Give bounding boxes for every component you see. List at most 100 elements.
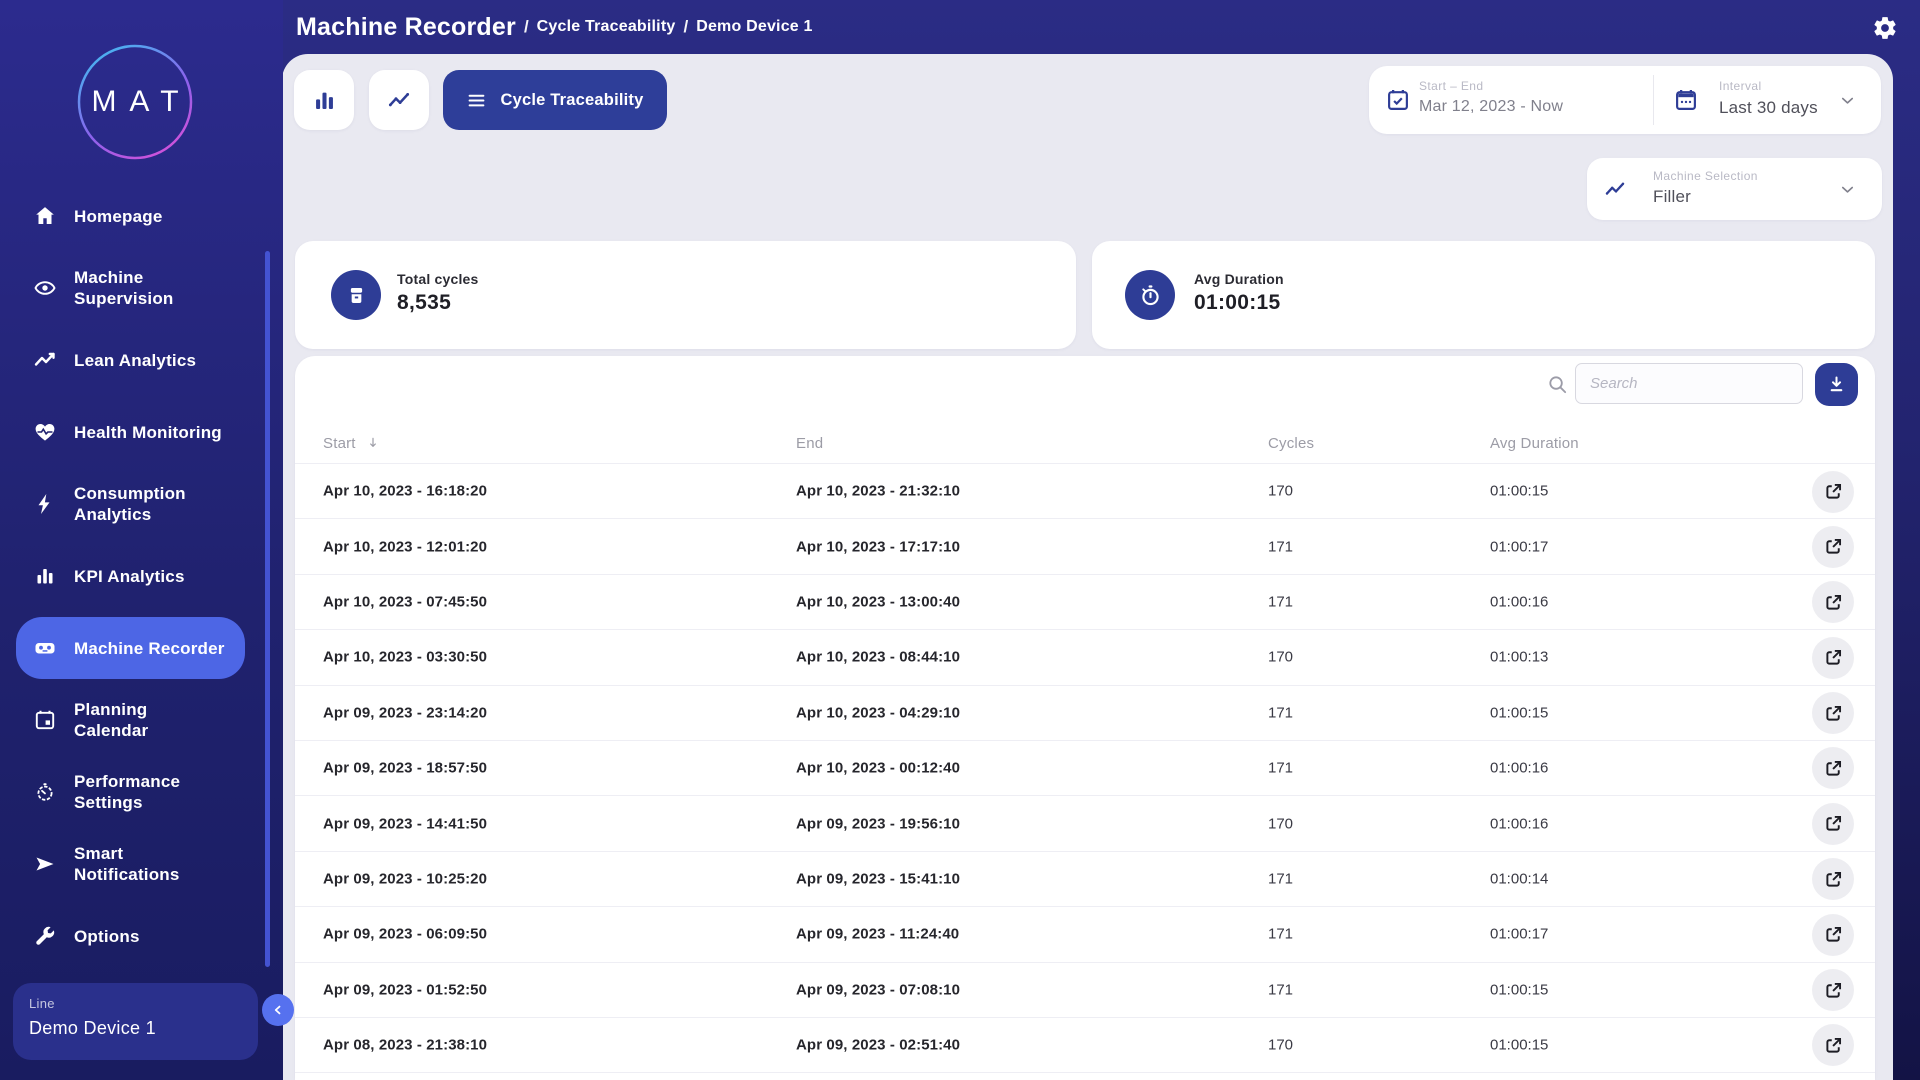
sidebar-collapse-button[interactable] <box>262 994 294 1026</box>
sidebar-item-smart-notifications[interactable]: Smart Notifications <box>0 828 283 900</box>
download-icon <box>1826 374 1847 395</box>
cell-end: Apr 10, 2023 - 13:00:40 <box>796 593 960 610</box>
sidebar-item-performance-settings[interactable]: Performance Settings <box>0 756 283 828</box>
sidebar-item-label: KPI Analytics <box>74 566 185 587</box>
sidebar-item-planning-calendar[interactable]: Planning Calendar <box>0 684 283 756</box>
sidebar-item-label: Options <box>74 926 140 947</box>
cell-start: Apr 10, 2023 - 07:45:50 <box>323 593 487 610</box>
start-end-picker[interactable]: Start – End Mar 12, 2023 - Now <box>1369 66 1653 134</box>
cell-avg-duration: 01:00:16 <box>1490 593 1548 610</box>
breadcrumb-demo-device: Demo Device 1 <box>696 18 812 36</box>
sidebar-item-label: Lean Analytics <box>74 350 196 371</box>
cell-cycles: 171 <box>1268 981 1293 998</box>
table-row: Apr 09, 2023 - 18:57:50 Apr 10, 2023 - 0… <box>295 741 1875 796</box>
sidebar-item-options[interactable]: Options <box>0 900 283 972</box>
cell-start: Apr 09, 2023 - 10:25:20 <box>323 870 487 887</box>
cell-avg-duration: 01:00:14 <box>1490 870 1548 887</box>
machine-selection-select[interactable]: Machine Selection Filler <box>1587 158 1882 220</box>
cell-cycles: 171 <box>1268 760 1293 777</box>
line-chart-icon <box>386 87 412 113</box>
settings-gear-icon[interactable] <box>1872 15 1898 41</box>
start-end-value: Mar 12, 2023 - Now <box>1419 98 1563 116</box>
date-filter-panel: Start – End Mar 12, 2023 - Now Interval … <box>1369 66 1881 134</box>
table-row: Apr 09, 2023 - 10:25:20 Apr 09, 2023 - 1… <box>295 852 1875 907</box>
sidebar-item-machine-supervision[interactable]: Machine Supervision <box>0 252 283 324</box>
cell-avg-duration: 01:00:17 <box>1490 926 1548 943</box>
open-record-button[interactable] <box>1812 914 1854 956</box>
cell-start: Apr 09, 2023 - 23:14:20 <box>323 704 487 721</box>
sidebar-item-kpi-analytics[interactable]: KPI Analytics <box>0 540 283 612</box>
bar-chart-view-button[interactable] <box>294 70 354 130</box>
wrench-icon <box>33 924 57 948</box>
cell-start: Apr 09, 2023 - 01:52:50 <box>323 981 487 998</box>
table-row: Apr 09, 2023 - 23:14:20 Apr 10, 2023 - 0… <box>295 686 1875 741</box>
column-header-avg-duration[interactable]: Avg Duration <box>1490 435 1579 452</box>
table-row: Apr 09, 2023 - 01:52:50 Apr 09, 2023 - 0… <box>295 963 1875 1018</box>
open-in-new-icon <box>1823 481 1844 502</box>
download-button[interactable] <box>1815 363 1858 406</box>
breadcrumb-separator: / <box>683 17 688 37</box>
total-cycles-value: 8,535 <box>397 291 451 315</box>
open-record-button[interactable] <box>1812 581 1854 623</box>
open-record-button[interactable] <box>1812 526 1854 568</box>
cell-cycles: 170 <box>1268 483 1293 500</box>
open-in-new-icon <box>1823 869 1844 890</box>
sidebar-item-label: Planning Calendar <box>74 699 148 741</box>
sidebar-scrollbar[interactable] <box>265 251 270 967</box>
sidebar-item-homepage[interactable]: Homepage <box>0 180 283 252</box>
cycles-table-panel: Start End Cycles Avg Duration Apr 10, 20… <box>295 356 1875 1080</box>
cell-start: Apr 10, 2023 - 16:18:20 <box>323 483 487 500</box>
open-record-button[interactable] <box>1812 471 1854 513</box>
main-content: Cycle Traceability Start – End Mar 12, 2… <box>282 54 1893 1080</box>
search-icon <box>1546 373 1569 396</box>
interval-select[interactable]: Interval Last 30 days <box>1653 66 1881 134</box>
open-in-new-icon <box>1823 758 1844 779</box>
table-row: Apr 10, 2023 - 16:18:20 Apr 10, 2023 - 2… <box>295 464 1875 519</box>
column-header-cycles[interactable]: Cycles <box>1268 435 1314 452</box>
logo-text: MAT <box>77 44 193 160</box>
open-record-button[interactable] <box>1812 1024 1854 1066</box>
cell-start: Apr 10, 2023 - 03:30:50 <box>323 649 487 666</box>
total-cycles-card: Total cycles 8,535 <box>295 241 1076 349</box>
search-input[interactable] <box>1575 363 1803 404</box>
column-header-start[interactable]: Start <box>323 435 381 452</box>
sidebar-item-lean-analytics[interactable]: Lean Analytics <box>0 324 283 396</box>
cell-cycles: 170 <box>1268 649 1293 666</box>
open-record-button[interactable] <box>1812 747 1854 789</box>
home-icon <box>33 204 57 228</box>
column-header-end[interactable]: End <box>796 435 823 452</box>
sidebar-item-label: Smart Notifications <box>74 843 180 885</box>
cycle-traceability-button[interactable]: Cycle Traceability <box>443 70 667 130</box>
bolt-icon <box>33 492 57 516</box>
machine-selection-value: Filler <box>1653 187 1691 207</box>
device-selector-chip[interactable]: Line Demo Device 1 <box>13 983 258 1060</box>
device-chip-value: Demo Device 1 <box>29 1018 242 1039</box>
column-header-start-label: Start <box>323 435 356 452</box>
gauge-icon <box>33 780 57 804</box>
sidebar-item-label: Homepage <box>74 206 163 227</box>
sidebar-item-label: Machine Supervision <box>74 267 174 309</box>
sidebar-item-consumption-analytics[interactable]: Consumption Analytics <box>0 468 283 540</box>
avg-duration-label: Avg Duration <box>1194 271 1284 287</box>
cell-start: Apr 09, 2023 - 06:09:50 <box>323 926 487 943</box>
open-in-new-icon <box>1823 592 1844 613</box>
cell-end: Apr 09, 2023 - 07:08:10 <box>796 981 960 998</box>
sidebar-item-machine-recorder[interactable]: Machine Recorder <box>0 612 283 684</box>
open-record-button[interactable] <box>1812 803 1854 845</box>
page-title: Machine Recorder <box>296 13 516 42</box>
open-record-button[interactable] <box>1812 858 1854 900</box>
line-chart-view-button[interactable] <box>369 70 429 130</box>
sidebar-item-label: Consumption Analytics <box>74 483 186 525</box>
cell-end: Apr 10, 2023 - 08:44:10 <box>796 649 960 666</box>
sidebar-item-health-monitoring[interactable]: Health Monitoring <box>0 396 283 468</box>
chevron-down-icon <box>1838 91 1857 110</box>
open-in-new-icon <box>1823 647 1844 668</box>
sidebar-item-label: Performance Settings <box>74 771 180 813</box>
sidebar-item-label: Health Monitoring <box>74 422 222 443</box>
cell-avg-duration: 01:00:17 <box>1490 538 1548 555</box>
cycle-traceability-label: Cycle Traceability <box>500 91 643 110</box>
open-record-button[interactable] <box>1812 692 1854 734</box>
avg-duration-card: Avg Duration 01:00:15 <box>1092 241 1875 349</box>
open-record-button[interactable] <box>1812 969 1854 1011</box>
open-record-button[interactable] <box>1812 637 1854 679</box>
